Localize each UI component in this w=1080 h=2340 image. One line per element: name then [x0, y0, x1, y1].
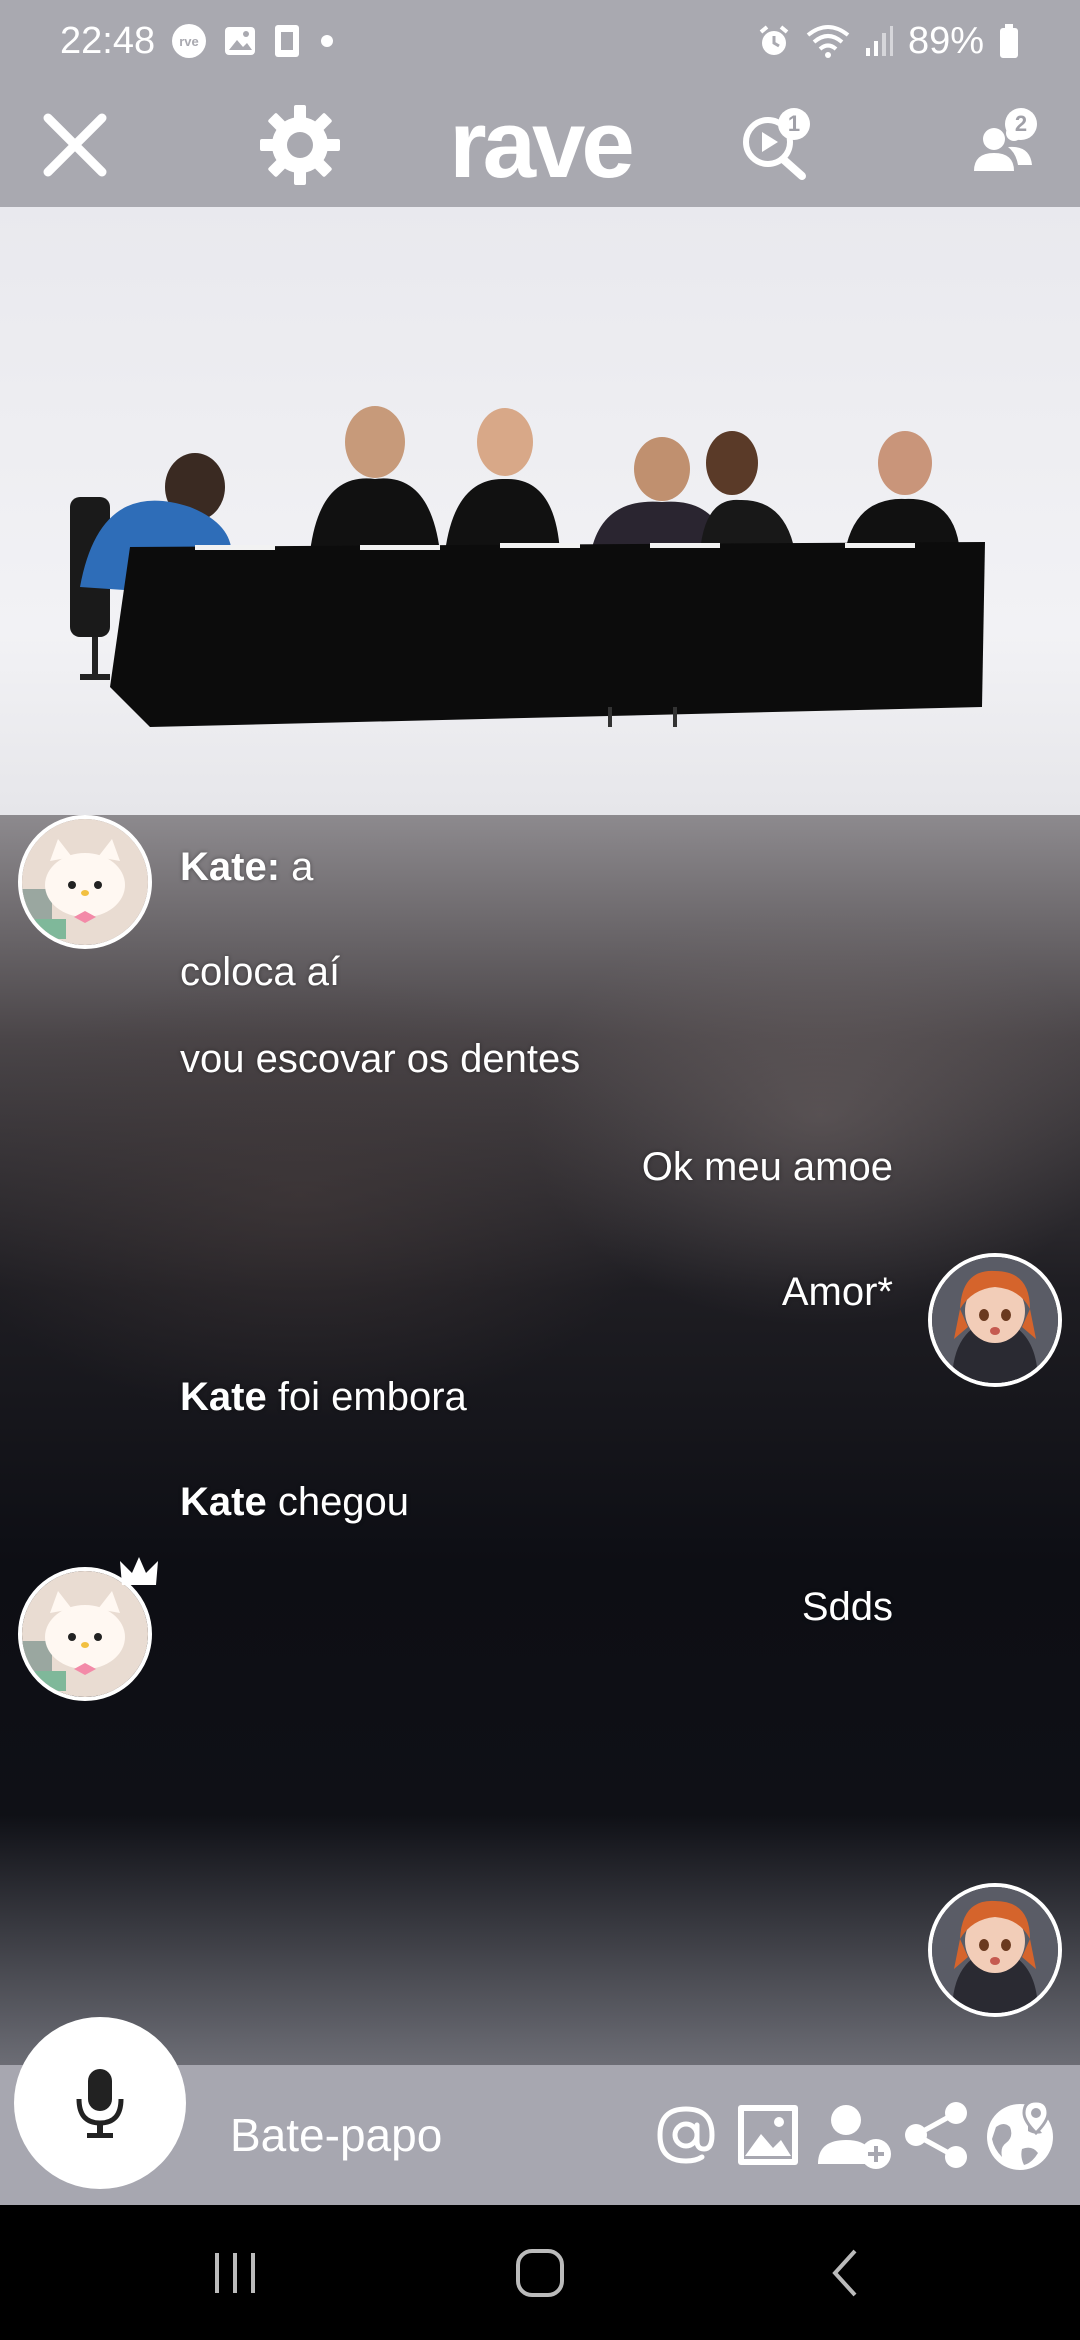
mic-button[interactable]	[14, 2017, 186, 2189]
chat-message-3: vou escovar os dentes	[180, 1037, 581, 1081]
close-icon	[43, 113, 107, 176]
top-bar: rave 1 2	[0, 82, 1080, 207]
crown-icon	[120, 1557, 158, 1585]
gear-icon	[260, 104, 340, 185]
share-button[interactable]	[896, 2065, 976, 2205]
chat-message-2: coloca aí	[180, 950, 341, 994]
mention-button[interactable]	[648, 2065, 724, 2205]
android-nav-bar	[0, 2205, 1080, 2340]
video-frame	[70, 406, 985, 727]
back-button[interactable]	[790, 2205, 900, 2340]
chat-message-text: foi embora	[266, 1375, 467, 1419]
chat-message-text: chegou	[266, 1480, 410, 1524]
chat-input-label: Bate-papo	[230, 2109, 443, 2161]
chat-input[interactable]: Bate-papo	[230, 2065, 442, 2205]
svg-text:rve: rve	[179, 34, 199, 49]
users-badge: 2	[1005, 108, 1037, 140]
gallery-notification-icon	[223, 24, 257, 58]
chat-username: Kate	[180, 1480, 267, 1524]
chat-message-1: Kate: a	[180, 845, 313, 890]
recent-apps-button[interactable]	[180, 2205, 290, 2340]
anime-girl-avatar-image	[932, 1257, 1058, 1383]
chat-message-6: Kate foi embora	[180, 1375, 467, 1420]
sim-notification-icon	[273, 23, 301, 59]
microphone-icon	[76, 2069, 124, 2138]
more-notifications-dot-icon	[317, 31, 337, 51]
alarm-icon	[756, 23, 792, 59]
avatar-self[interactable]	[928, 1883, 1062, 2017]
share-icon	[905, 2102, 967, 2168]
chat-message-5: Amor*	[781, 1270, 893, 1314]
rave-logo: rave	[420, 82, 660, 207]
battery-percent: 89%	[907, 19, 984, 62]
avatar-self[interactable]	[928, 1253, 1062, 1387]
chat-username: Kate	[180, 1375, 267, 1419]
chat-input-bar: Bate-papo	[0, 2017, 1080, 2205]
anime-girl-avatar-image	[932, 1887, 1058, 2013]
image-icon	[738, 2105, 798, 2165]
battery-icon	[998, 23, 1020, 59]
avatar-kate[interactable]	[18, 815, 152, 949]
status-bar: 22:48 rve 89%	[0, 0, 1080, 82]
globe-location-icon	[987, 2099, 1053, 2170]
add-user-icon	[818, 2105, 891, 2169]
chat-message-7: Kate chegou	[180, 1480, 409, 1525]
image-button[interactable]	[730, 2065, 806, 2205]
chat-message-4: Ok meu amoe	[641, 1145, 893, 1189]
close-button[interactable]	[20, 82, 130, 207]
back-icon	[832, 2249, 857, 2296]
queue-button[interactable]: 1	[730, 82, 820, 207]
globe-button[interactable]	[978, 2065, 1062, 2205]
recent-apps-icon	[215, 2252, 255, 2293]
chat-message-text: a	[280, 845, 314, 889]
wifi-icon	[806, 23, 850, 59]
video-player[interactable]	[0, 207, 1080, 815]
status-time: 22:48	[60, 19, 156, 62]
hello-kitty-avatar-image	[22, 819, 148, 945]
chat-username: Kate	[180, 845, 267, 889]
rave-logo-text: rave	[449, 90, 635, 198]
queue-badge: 1	[778, 108, 810, 140]
at-icon	[657, 2106, 715, 2164]
signal-icon	[864, 24, 894, 58]
chat-username-colon: :	[266, 845, 281, 889]
users-button[interactable]: 2	[955, 82, 1050, 207]
add-user-button[interactable]	[812, 2065, 896, 2205]
home-icon	[516, 2248, 564, 2297]
chat-area[interactable]: Kate: a coloca aí vou escovar os dentes …	[0, 815, 1080, 2065]
rave-notification-icon: rve	[171, 23, 207, 59]
settings-button[interactable]	[250, 82, 350, 207]
chat-message-8: Sdds	[801, 1585, 893, 1629]
home-button[interactable]	[485, 2205, 595, 2340]
